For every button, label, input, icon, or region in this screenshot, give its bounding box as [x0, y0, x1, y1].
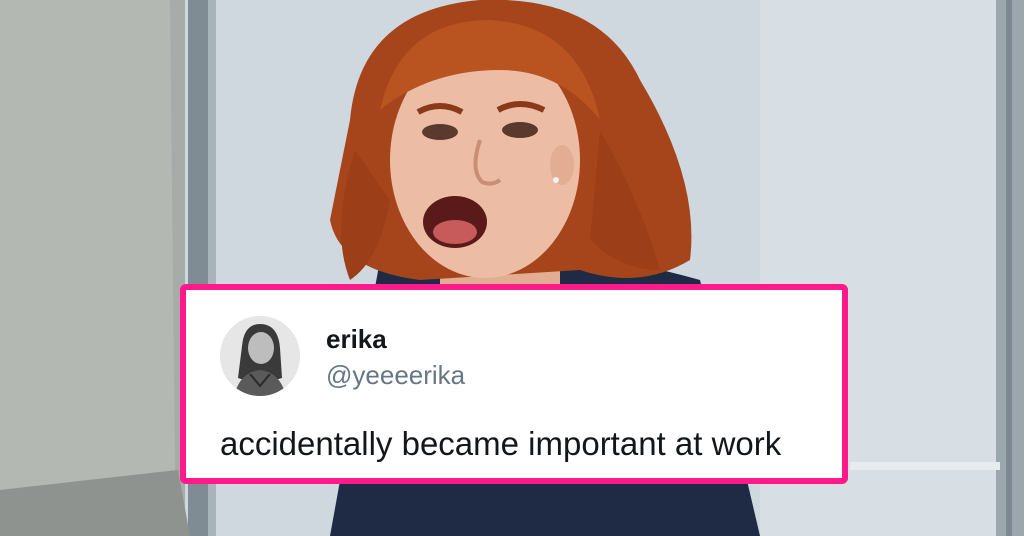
user-handle[interactable]: @yeeeerika: [326, 360, 465, 390]
display-name[interactable]: erika: [326, 324, 387, 354]
profile-avatar[interactable]: [220, 316, 300, 396]
tweet-text: accidentally became important at work: [220, 425, 782, 462]
meme-image: erika @yeeeerika accidentally became imp…: [0, 0, 1024, 536]
avatar-icon: [220, 316, 300, 396]
tweet-card: erika @yeeeerika accidentally became imp…: [180, 284, 848, 484]
